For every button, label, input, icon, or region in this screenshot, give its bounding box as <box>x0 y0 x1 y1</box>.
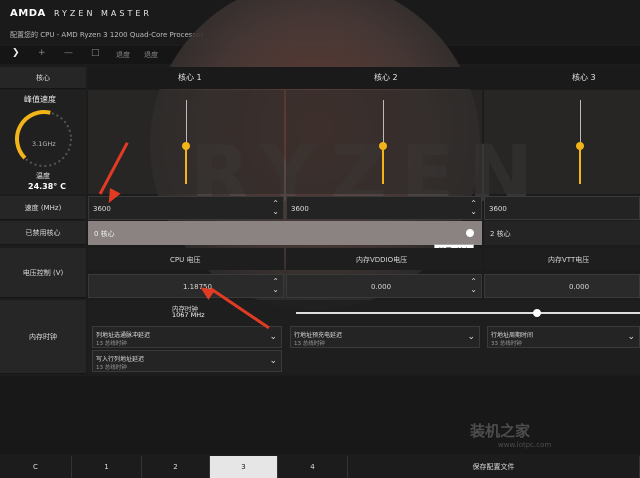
memory-clock-slider-track[interactable] <box>296 312 640 314</box>
temperature-value: 24.38° C <box>28 182 66 191</box>
tab-4[interactable]: 4 <box>278 456 348 478</box>
cpu-title: 配置您的 CPU - AMD Ryzen 3 1200 Quad-Core Pr… <box>10 31 204 39</box>
core-1-slider-fill <box>185 146 187 184</box>
core-1-header: 核心 1 <box>178 73 202 82</box>
timing-value: 13 总线时钟 <box>96 365 127 371</box>
vtt-voltage-header: 内存VTT电压 <box>484 248 640 270</box>
core-3-slider-fill <box>579 146 581 184</box>
core-3-slider-track[interactable] <box>580 100 581 147</box>
core-2-header: 核心 2 <box>374 73 398 82</box>
core-3-slider-area <box>484 90 640 194</box>
core-2-speed-input[interactable]: 3600 ⌃ ⌄ <box>286 196 482 220</box>
gauge-value: 3.1GHz <box>32 140 56 148</box>
core-2-speed-value: 3600 <box>291 205 309 213</box>
timing-title: 行地址预充电延迟 <box>294 332 343 339</box>
timing-value: 13 总线时钟 <box>294 341 325 347</box>
chevron-down-icon[interactable]: ⌄ <box>627 332 635 342</box>
core-header-row <box>88 67 640 89</box>
vtt-voltage-label: 内存VTT电压 <box>548 256 590 264</box>
tab-c[interactable]: C <box>0 456 72 478</box>
vtt-voltage-value: 0.000 <box>569 283 590 291</box>
tab-2[interactable]: 2 <box>142 456 210 478</box>
chevron-right-icon[interactable]: ❯ <box>12 48 20 58</box>
watermark-url: www.lotpc.com <box>498 441 552 449</box>
vddio-voltage-value: 0.000 <box>371 283 392 291</box>
core-3-speed-input[interactable]: 3600 <box>484 196 640 220</box>
spinner-arrows-icon[interactable]: ⌃ ⌄ <box>470 278 477 294</box>
core-1-speed-value: 3600 <box>93 205 111 213</box>
timing-value: 13 总线时钟 <box>96 341 127 347</box>
peak-speed-title: 峰值速度 <box>24 95 56 104</box>
core-2-slider-fill <box>382 146 384 184</box>
spinner-arrows-icon[interactable]: ⌃ ⌄ <box>272 278 279 294</box>
memory-clock-label: 内存时钟 <box>0 300 86 374</box>
core-label: 核心 <box>0 67 86 89</box>
tab-3[interactable]: 3 <box>210 456 278 478</box>
chevron-down-icon[interactable]: ⌄ <box>269 332 277 342</box>
trc-select[interactable]: 行地址周期时间 33 总线时钟 ⌄ <box>487 326 640 348</box>
cpu-voltage-header: CPU 电压 <box>88 248 284 270</box>
cas-latency-select[interactable]: 列地址选通脉冲延迟 13 总线时钟 ⌄ <box>92 326 282 348</box>
core-1-disable-toggle[interactable]: 0 核心 <box>88 221 482 245</box>
timing-title: 写入行列地址延迟 <box>96 356 145 363</box>
toolbar-item[interactable]: 退度 <box>144 50 158 60</box>
square-icon[interactable]: □ <box>91 48 100 58</box>
core-1-disabled-value: 0 核心 <box>94 230 115 238</box>
gauge-fill <box>15 110 51 160</box>
vddio-voltage-header: 内存VDDIO电压 <box>286 248 482 270</box>
temperature-label: 温度 <box>36 172 50 180</box>
core-3-disable-toggle[interactable]: 2 核心 <box>484 221 640 245</box>
plus-icon[interactable]: + <box>38 48 46 58</box>
product-name: RYZEN MASTER <box>54 9 152 18</box>
disabled-core-label: 已禁用核心 <box>0 221 86 245</box>
vddio-voltage-label: 内存VDDIO电压 <box>356 256 408 264</box>
watermark: 装机之家 <box>470 422 531 440</box>
minus-icon[interactable]: — <box>64 48 73 58</box>
core-2-slider-track[interactable] <box>383 100 384 147</box>
vtt-voltage-input[interactable]: 0.000 <box>484 274 640 298</box>
speed-gauge <box>15 110 72 167</box>
spinner-arrows-icon[interactable]: ⌃ ⌄ <box>272 200 279 216</box>
amd-logo: AMDA <box>10 8 46 19</box>
spinner-arrows-icon[interactable]: ⌃ ⌄ <box>470 200 477 216</box>
timing-title: 行地址周期时间 <box>491 332 534 339</box>
save-profile-button[interactable]: 保存配置文件 <box>348 456 640 478</box>
trcd-write-select[interactable]: 写入行列地址延迟 13 总线时钟 ⌄ <box>92 350 282 372</box>
cpu-voltage-input[interactable]: 1.18750 ⌃ ⌄ <box>88 274 284 298</box>
toolbar-item[interactable]: 退度 <box>116 50 130 60</box>
memory-clock-value: 1067 MHz <box>172 311 205 319</box>
core-1-slider-track[interactable] <box>186 100 187 147</box>
core-3-disabled-value: 2 核心 <box>490 230 511 238</box>
vddio-voltage-input[interactable]: 0.000 ⌃ ⌄ <box>286 274 482 298</box>
timing-value: 33 总线时钟 <box>491 341 522 347</box>
timing-title: 列地址选通脉冲延迟 <box>96 332 151 339</box>
chevron-down-icon[interactable]: ⌄ <box>467 332 475 342</box>
toggle-knob-icon[interactable] <box>466 229 474 237</box>
core-3-header: 核心 3 <box>572 73 596 82</box>
voltage-control-label: 电压控制 (V) <box>0 248 86 298</box>
memory-clock-slider-thumb[interactable] <box>532 309 541 317</box>
cpu-voltage-label: CPU 电压 <box>170 256 201 264</box>
tab-1[interactable]: 1 <box>72 456 142 478</box>
chevron-down-icon[interactable]: ⌄ <box>269 356 277 366</box>
core-3-speed-value: 3600 <box>489 205 507 213</box>
speed-label: 速度 (MHz) <box>0 196 86 220</box>
trp-select[interactable]: 行地址预充电延迟 13 总线时钟 ⌄ <box>290 326 480 348</box>
